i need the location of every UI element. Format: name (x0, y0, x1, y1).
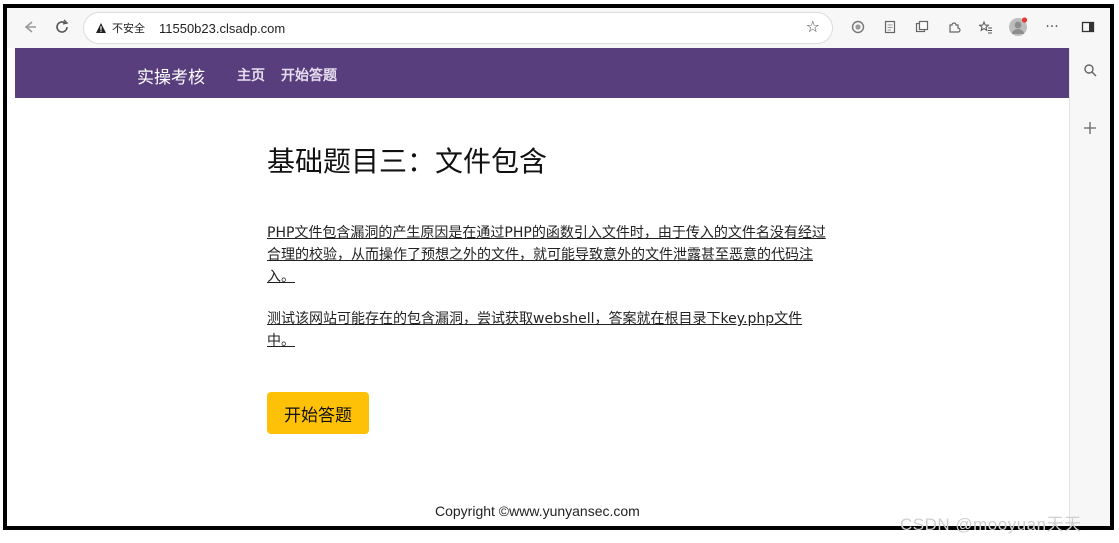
extensions-icon[interactable] (847, 16, 869, 38)
sidebar-icon[interactable] (1077, 16, 1099, 38)
favorites-icon[interactable] (975, 16, 997, 38)
insecure-label: 不安全 (112, 22, 145, 35)
puzzle-icon[interactable] (943, 16, 965, 38)
reload-icon[interactable] (49, 14, 75, 40)
address-bar[interactable]: 不安全 11550b23.clsadp.com ☆ (83, 12, 833, 44)
site-navbar: 实操考核 主页 开始答题 (15, 48, 1069, 98)
more-icon[interactable]: ··· (1041, 16, 1063, 38)
star-icon[interactable]: ☆ (806, 17, 820, 36)
browser-toolbar: 不安全 11550b23.clsadp.com ☆ ··· (7, 8, 1110, 48)
footer-copyright: Copyright ©www.yunyansec.com (435, 503, 640, 519)
collections-icon[interactable] (911, 16, 933, 38)
back-arrow-icon[interactable] (17, 14, 43, 40)
warning-icon[interactable] (94, 21, 108, 35)
edge-sidebar (1069, 48, 1110, 526)
search-icon[interactable] (1080, 60, 1100, 80)
site-brand[interactable]: 实操考核 (137, 63, 205, 88)
start-quiz-button[interactable]: 开始答题 (267, 392, 369, 434)
nav-start-quiz[interactable]: 开始答题 (281, 65, 337, 85)
url-text[interactable]: 11550b23.clsadp.com (159, 21, 285, 36)
add-icon[interactable] (1080, 118, 1100, 138)
profile-icon[interactable] (1007, 16, 1029, 38)
task-paragraph: 测试该网站可能存在的包含漏洞，尝试获取webshell，答案就在根目录下key.… (267, 311, 803, 349)
reading-icon[interactable] (879, 16, 901, 38)
csdn-watermark: CSDN @mooyuan天天 (900, 515, 1082, 534)
page-content: 实操考核 主页 开始答题 基础题目三：文件包含 PHP文件包含漏洞的产生原因是在… (15, 48, 1069, 526)
nav-home[interactable]: 主页 (237, 65, 265, 85)
description-paragraph: PHP文件包含漏洞的产生原因是在通过PHP的函数引入文件时，由于传入的文件名没有… (267, 225, 826, 285)
screenshot-frame: 不安全 11550b23.clsadp.com ☆ ··· 实操考核 主页 开始… (3, 4, 1114, 530)
page-title: 基础题目三：文件包含 (267, 145, 548, 178)
